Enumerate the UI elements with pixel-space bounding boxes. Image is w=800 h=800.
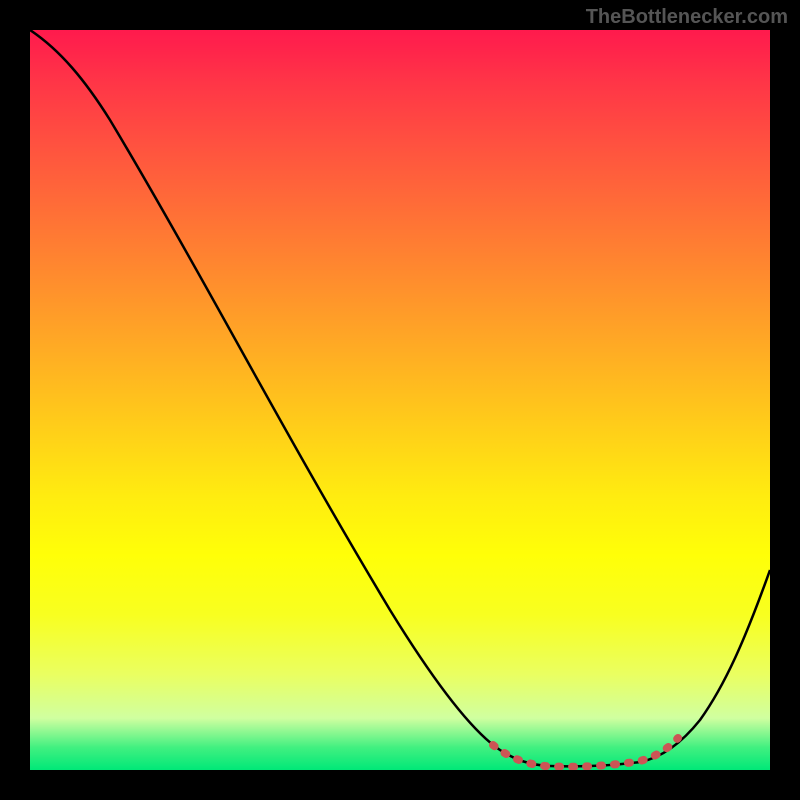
chart-plot-area xyxy=(30,30,770,770)
watermark-text: TheBottlenecker.com xyxy=(586,6,788,29)
highlight-segment xyxy=(493,738,678,767)
main-curve-line xyxy=(30,30,770,766)
chart-curve-svg xyxy=(30,30,770,770)
